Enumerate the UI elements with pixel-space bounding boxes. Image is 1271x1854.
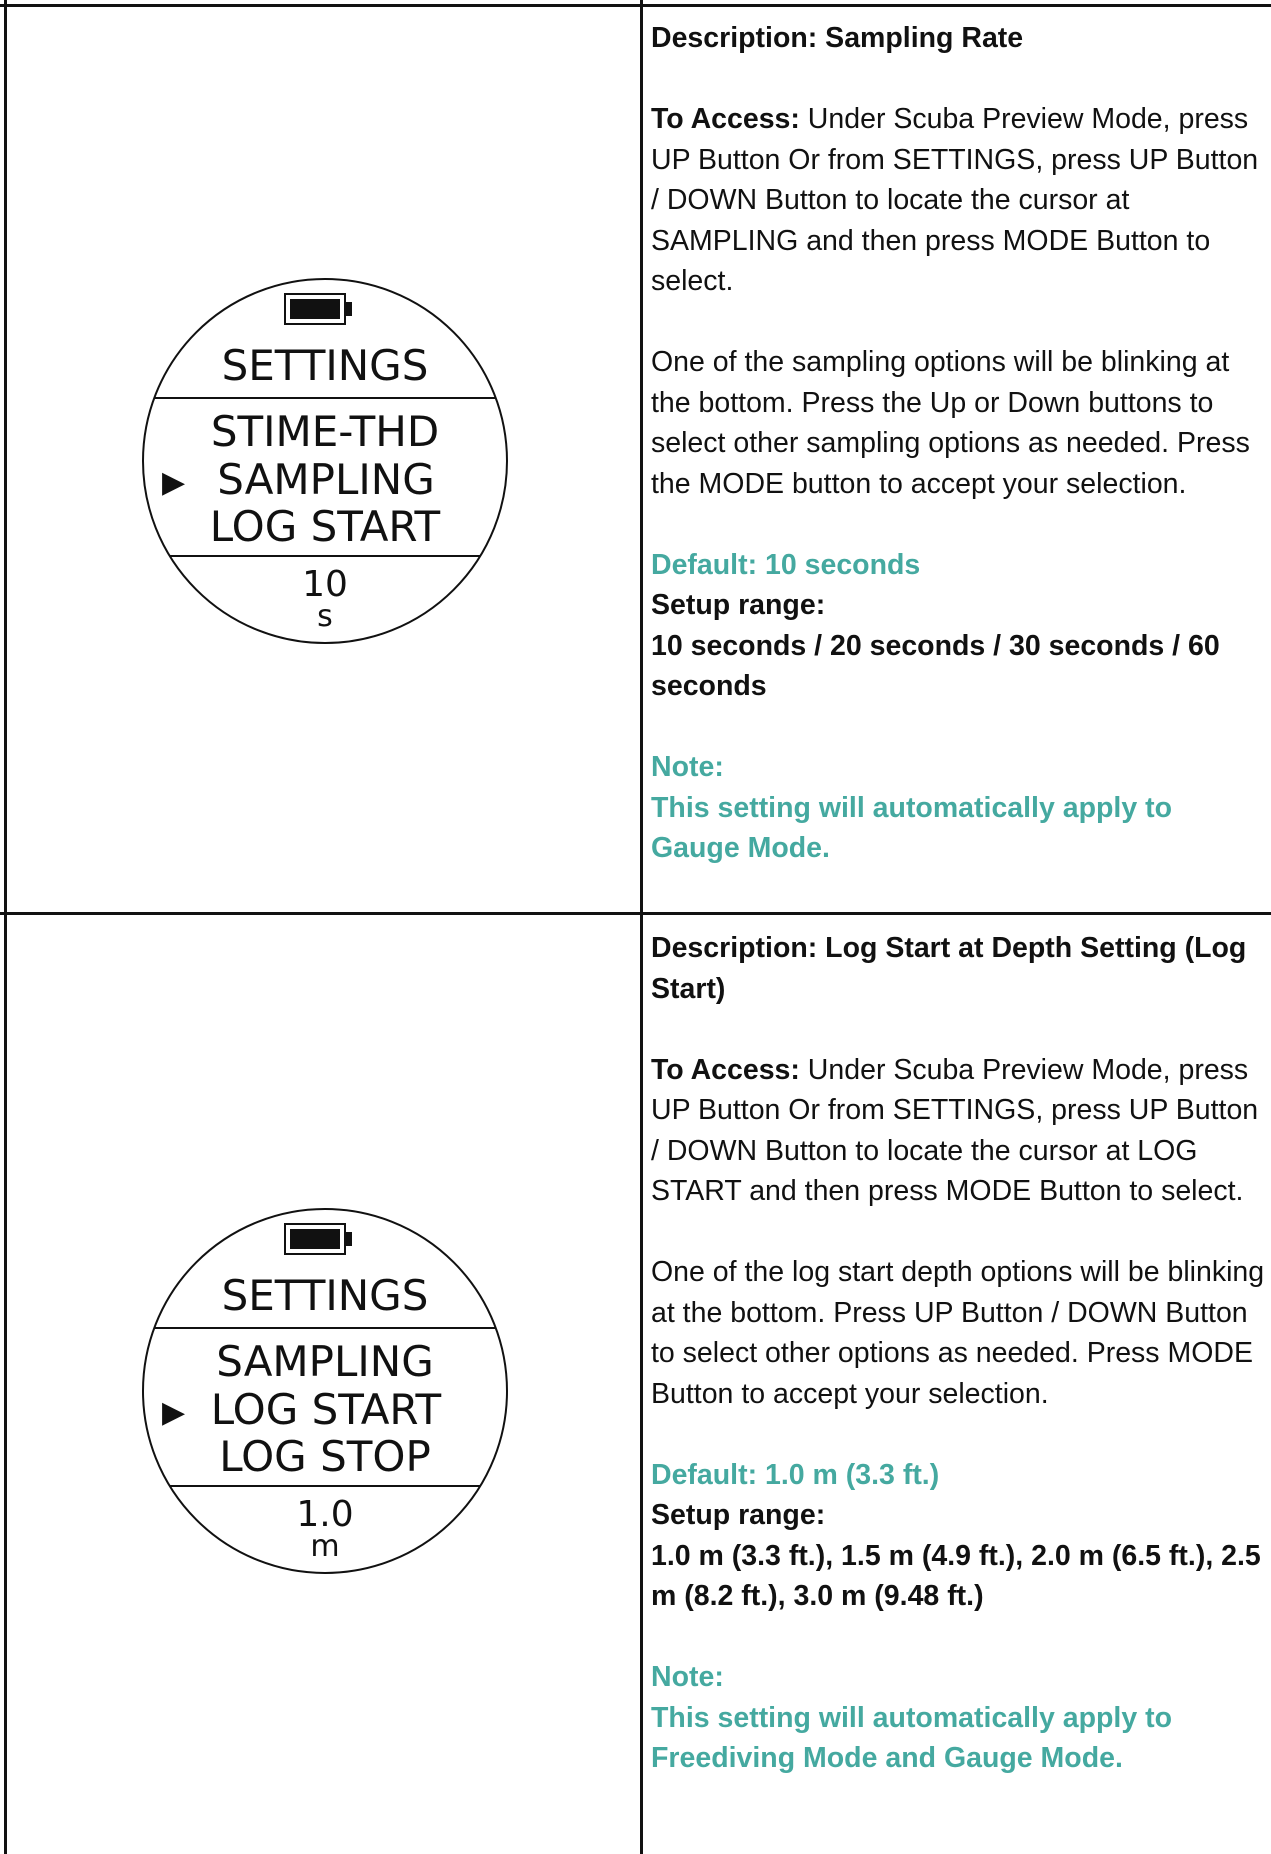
watch-display-sampling: SETTINGS STIME-THD SAMPLING LOG START ▶ … [140,276,510,646]
default-value: Default: 1.0 m (3.3 ft.) [651,1458,940,1491]
battery-icon [284,1223,352,1255]
cursor-arrow-icon: ▶ [162,465,185,500]
note-label: Note: [651,751,724,783]
table-border-top [0,4,1271,7]
watch-display-log-start: SETTINGS SAMPLING LOG START LOG STOP ▶ 1… [140,1206,510,1576]
note-text: This setting will automatically apply to… [651,1701,1173,1775]
description-sampling: Description: Sampling Rate To Access: Un… [651,18,1266,869]
setup-range-values: 1.0 m (3.3 ft.), 1.5 m (4.9 ft.), 2.0 m … [651,1539,1261,1613]
menu-item: LOG STOP [219,1432,431,1481]
menu-item-selected: LOG START [211,1385,442,1434]
menu-item-selected: SAMPLING [217,455,435,504]
default-value: Default: 10 seconds [651,548,921,581]
note-label: Note: [651,1661,724,1693]
menu-item: SAMPLING [216,1337,434,1386]
setup-range-label: Setup range: [651,589,826,621]
access-paragraph: To Access: Under Scuba Preview Mode, pre… [651,99,1266,302]
cursor-arrow-icon: ▶ [162,1395,185,1430]
access-paragraph: To Access: Under Scuba Preview Mode, pre… [651,1050,1266,1212]
setup-range-label: Setup range: [651,1499,826,1531]
watch-unit: s [317,599,333,634]
access-label: To Access: [651,1053,800,1086]
instructions-paragraph: One of the log start depth options will … [651,1256,1265,1410]
menu-item: LOG START [210,502,441,551]
access-label: To Access: [651,103,800,135]
note-text: This setting will automatically apply to… [651,791,1173,865]
setup-range-values: 10 seconds / 20 seconds / 30 seconds / 6… [651,629,1220,703]
table-border-left [4,0,7,1854]
instructions-paragraph: One of the sampling options will be blin… [651,346,1250,500]
description-title: Description: Sampling Rate [651,22,1024,54]
battery-icon [284,293,352,325]
row-divider [0,912,1271,915]
watch-header: SETTINGS [222,341,429,390]
description-title: Description: Log Start at Depth Setting … [651,932,1247,1005]
watch-header: SETTINGS [222,1271,429,1320]
watch-unit: m [310,1529,339,1564]
column-divider [640,0,643,1854]
description-log-start: Description: Log Start at Depth Setting … [651,928,1266,1779]
menu-item: STIME-THD [211,407,439,456]
